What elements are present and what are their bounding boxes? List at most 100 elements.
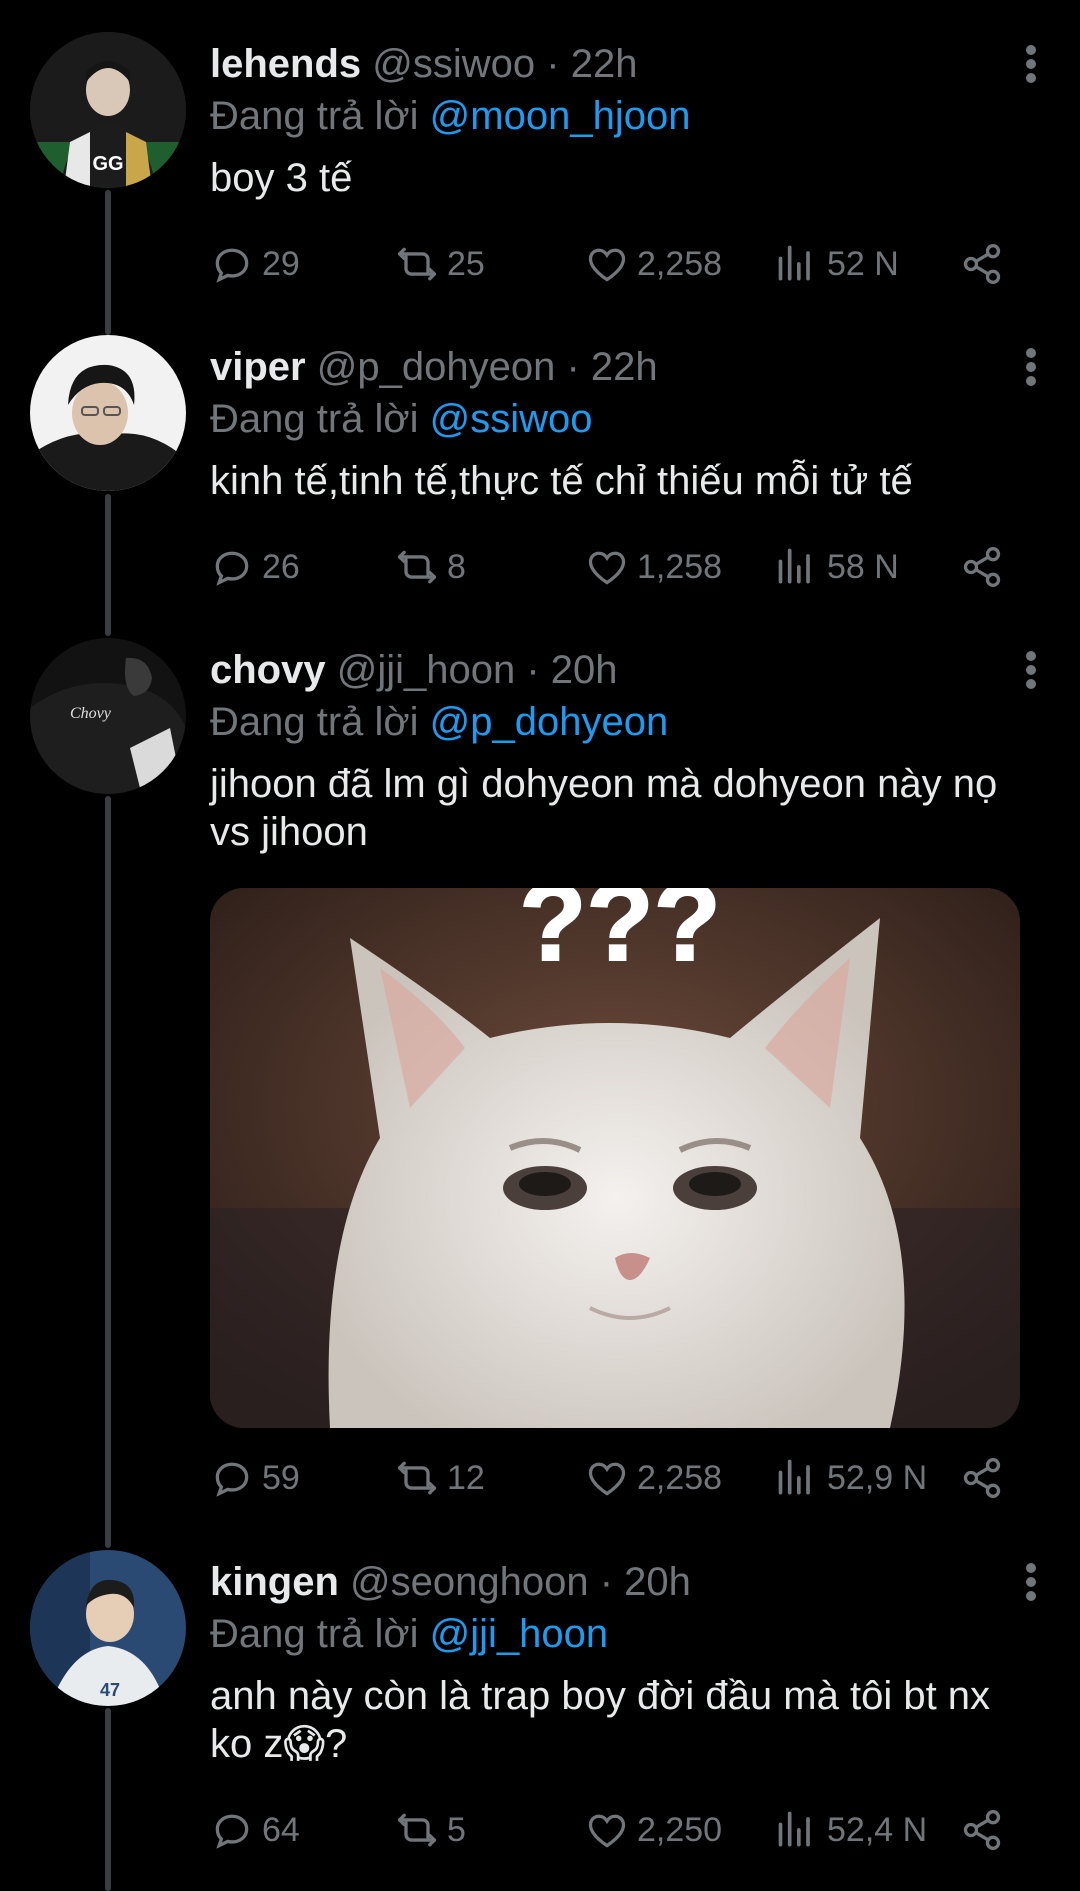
avatar-image: GG: [30, 32, 186, 188]
tweet-text: boy 3 tế: [210, 156, 353, 200]
mention-link[interactable]: @p_dohyeon: [430, 700, 669, 744]
share-button[interactable]: [960, 1452, 1012, 1504]
avatar[interactable]: GG: [30, 32, 186, 188]
like-button[interactable]: 2,250: [585, 1804, 722, 1856]
timestamp[interactable]: · 20h: [600, 1560, 691, 1604]
reply-button[interactable]: 64: [210, 1804, 300, 1856]
reply-button[interactable]: 26: [210, 541, 300, 593]
share-icon: [960, 545, 1004, 589]
tweet-text: anh này còn là trap boy đời đầu mà tôi b…: [210, 1674, 991, 1766]
replying-label: Đang trả lời: [210, 94, 419, 138]
more-options-icon[interactable]: [1024, 42, 1038, 90]
more-options-icon[interactable]: [1024, 345, 1038, 393]
like-count: 2,258: [637, 245, 723, 283]
action-bar: 29 25 2,258 52 N: [210, 238, 1030, 290]
share-icon: [960, 1456, 1004, 1500]
replying-label: Đang trả lời: [210, 1612, 419, 1656]
svg-text:Chovy: Chovy: [70, 705, 112, 722]
views-icon: [775, 545, 819, 589]
heart-icon: [585, 242, 629, 286]
svg-text:GG: GG: [92, 153, 123, 175]
retweet-button[interactable]: 5: [395, 1804, 466, 1856]
views-button[interactable]: 52,9 N: [775, 1452, 927, 1504]
meme-caption: ???: [519, 888, 721, 984]
replying-label: Đang trả lời: [210, 397, 419, 441]
reply-button[interactable]: 59: [210, 1452, 300, 1504]
avatar-image: 47: [30, 1550, 186, 1706]
action-bar: 64 5 2,250 52,4 N: [210, 1804, 1030, 1856]
like-count: 2,250: [637, 1811, 723, 1849]
reply-count: 64: [262, 1811, 300, 1849]
reply-count: 26: [262, 548, 300, 586]
cat-meme-image: ???: [210, 888, 1020, 1428]
share-button[interactable]: [960, 238, 1012, 290]
timestamp[interactable]: · 22h: [566, 345, 657, 389]
reply-icon: [210, 545, 254, 589]
retweet-button[interactable]: 12: [395, 1452, 485, 1504]
retweet-button[interactable]: 8: [395, 541, 466, 593]
retweet-count: 25: [447, 245, 485, 283]
like-button[interactable]: 2,258: [585, 1452, 722, 1504]
tweet[interactable]: 47 kingen @seonghoon · 20h Đang trả lời …: [0, 1550, 1080, 1891]
display-name[interactable]: lehends: [210, 42, 361, 86]
more-options-icon[interactable]: [1024, 1560, 1038, 1608]
replying-to: Đang trả lời @p_dohyeon: [210, 698, 668, 746]
reply-button[interactable]: 29: [210, 238, 300, 290]
avatar[interactable]: Chovy: [30, 638, 186, 794]
share-button[interactable]: [960, 1804, 1012, 1856]
avatar[interactable]: [30, 335, 186, 491]
user-handle[interactable]: @ssiwoo: [372, 42, 535, 86]
user-handle[interactable]: @seonghoon: [350, 1560, 589, 1604]
retweet-icon: [395, 1456, 439, 1500]
like-button[interactable]: 1,258: [585, 541, 722, 593]
retweet-icon: [395, 1808, 439, 1852]
retweet-icon: [395, 242, 439, 286]
tweet[interactable]: Chovy chovy @jji_hoon · 20h Đang trả lời…: [0, 638, 1080, 1508]
display-name[interactable]: chovy: [210, 648, 326, 692]
views-button[interactable]: 52 N: [775, 238, 899, 290]
heart-icon: [585, 1456, 629, 1500]
views-button[interactable]: 58 N: [775, 541, 899, 593]
reply-icon: [210, 1456, 254, 1500]
share-icon: [960, 1808, 1004, 1852]
avatar-image: Chovy: [30, 638, 186, 794]
mention-link[interactable]: @jji_hoon: [430, 1612, 609, 1656]
retweet-count: 5: [447, 1811, 466, 1849]
tweet-text: jihoon đã lm gì dohyeon mà dohyeon này n…: [210, 762, 998, 854]
user-handle[interactable]: @p_dohyeon: [317, 345, 556, 389]
view-count: 58 N: [827, 548, 899, 586]
timestamp[interactable]: · 20h: [526, 648, 617, 692]
tweet-header: chovy @jji_hoon · 20h: [210, 646, 618, 694]
replying-to: Đang trả lời @jji_hoon: [210, 1610, 608, 1658]
views-button[interactable]: 52,4 N: [775, 1804, 927, 1856]
timestamp[interactable]: · 22h: [546, 42, 637, 86]
views-icon: [775, 242, 819, 286]
like-button[interactable]: 2,258: [585, 238, 722, 290]
tweet-media-image[interactable]: ???: [210, 888, 1020, 1428]
share-button[interactable]: [960, 541, 1012, 593]
like-count: 2,258: [637, 1459, 723, 1497]
tweet-text: kinh tế,tinh tế,thực tế chỉ thiếu mỗi tử…: [210, 459, 913, 503]
user-handle[interactable]: @jji_hoon: [337, 648, 516, 692]
retweet-button[interactable]: 25: [395, 238, 485, 290]
replying-to: Đang trả lời @ssiwoo: [210, 395, 593, 443]
mention-link[interactable]: @ssiwoo: [430, 397, 593, 441]
reply-icon: [210, 242, 254, 286]
view-count: 52 N: [827, 245, 899, 283]
action-bar: 26 8 1,258 58 N: [210, 541, 1030, 593]
tweet[interactable]: viper @p_dohyeon · 22h Đang trả lời @ssi…: [0, 335, 1080, 605]
tweet[interactable]: GG lehends @ssiwoo · 22h Đang trả lời @m…: [0, 32, 1080, 302]
mention-link[interactable]: @moon_hjoon: [430, 94, 691, 138]
retweet-count: 8: [447, 548, 466, 586]
heart-icon: [585, 1808, 629, 1852]
retweet-icon: [395, 545, 439, 589]
action-bar: 59 12 2,258 52,9 N: [210, 1452, 1030, 1504]
display-name[interactable]: kingen: [210, 1560, 339, 1604]
display-name[interactable]: viper: [210, 345, 306, 389]
tweet-header: lehends @ssiwoo · 22h: [210, 40, 637, 88]
avatar[interactable]: 47: [30, 1550, 186, 1706]
heart-icon: [585, 545, 629, 589]
more-options-icon[interactable]: [1024, 648, 1038, 696]
reply-count: 59: [262, 1459, 300, 1497]
views-icon: [775, 1456, 819, 1500]
